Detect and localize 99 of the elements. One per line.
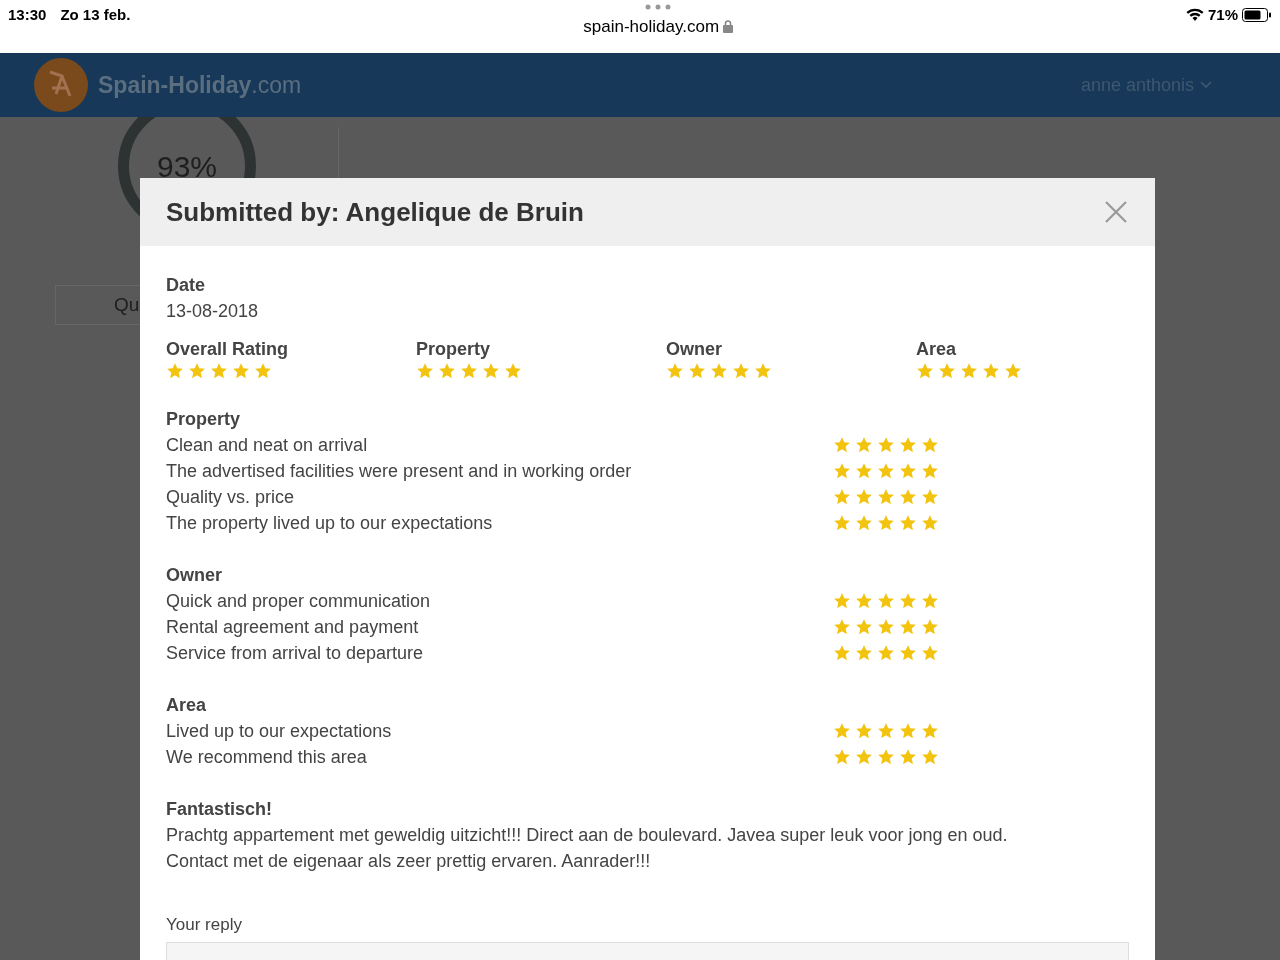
star-icon (254, 362, 272, 380)
star-icon (416, 362, 434, 380)
wifi-icon (1185, 8, 1204, 23)
battery-icon (1242, 8, 1272, 23)
star-icon (921, 748, 939, 766)
star-icon (855, 462, 873, 480)
star-icon (921, 514, 939, 532)
star-icon (688, 362, 706, 380)
star-icon (1004, 362, 1022, 380)
star-icon (877, 748, 895, 766)
star-icon (504, 362, 522, 380)
star-icon (921, 618, 939, 636)
star-icon (899, 514, 917, 532)
star-icon (855, 592, 873, 610)
criterion-label: Quality vs. price (166, 486, 296, 509)
criterion-label: Rental agreement and payment (166, 616, 420, 639)
section-heading: Property (166, 408, 242, 431)
star-icon (899, 618, 917, 636)
rating-label: Overall Rating (166, 338, 290, 361)
star-icon (899, 592, 917, 610)
status-date: Zo 13 feb. (60, 5, 131, 25)
deckchair-logo-icon[interactable] (34, 58, 88, 112)
star-icon (921, 488, 939, 506)
criterion-label: Quick and proper communication (166, 590, 432, 613)
star-icon (833, 462, 851, 480)
rating-label: Area (916, 338, 958, 361)
star-icon (833, 722, 851, 740)
star-icon (833, 748, 851, 766)
star-icon (710, 362, 728, 380)
star-icon (916, 362, 934, 380)
star-icon (210, 362, 228, 380)
close-button[interactable] (1103, 199, 1129, 225)
star-icon (877, 462, 895, 480)
star-icon (855, 514, 873, 532)
review-title: Fantastisch! (166, 798, 274, 821)
star-icon (899, 644, 917, 662)
star-icon (877, 514, 895, 532)
star-icon (188, 362, 206, 380)
star-icon (921, 722, 939, 740)
star-icon (899, 722, 917, 740)
star-icon (899, 462, 917, 480)
star-icon (666, 362, 684, 380)
star-icon (877, 644, 895, 662)
review-text: Prachtg appartement met geweldig uitzicht!!! Direct aan de boulevard. Javea super leuk voor jong en oud. Contact met de eigenaar als zeer prettig ervaren. Aanrader!!! (166, 824, 1009, 873)
star-icon (921, 436, 939, 454)
star-icon (833, 592, 851, 610)
star-icon (833, 618, 851, 636)
star-icon (982, 362, 1000, 380)
reply-label: Your reply (166, 914, 243, 936)
battery-percent: 71% (1207, 5, 1238, 25)
star-icon (833, 644, 851, 662)
section-heading: Owner (166, 564, 223, 587)
criterion-label: The property lived up to our expectations (166, 512, 494, 535)
more-icon[interactable] (644, 4, 673, 10)
star-icon (899, 436, 917, 454)
rating-label: Owner (666, 338, 723, 361)
star-icon (877, 436, 895, 454)
address-url[interactable]: spain-holiday.com (583, 14, 720, 40)
star-icon (732, 362, 750, 380)
star-icon (833, 488, 851, 506)
star-icon (754, 362, 772, 380)
star-icon (855, 436, 873, 454)
star-icon (855, 722, 873, 740)
criterion-label: The advertised facilities were present and in working order (166, 460, 633, 483)
rating-label: Property (416, 338, 492, 361)
score-value: 93% (156, 148, 217, 185)
star-icon (921, 592, 939, 610)
star-icon (855, 748, 873, 766)
dialog-title: Submitted by: Angelique de Bruin (166, 195, 584, 229)
criterion-label: Lived up to our expectations (166, 720, 393, 743)
lock-icon (723, 20, 734, 34)
star-icon (460, 362, 478, 380)
star-icon (899, 748, 917, 766)
star-icon (921, 644, 939, 662)
star-icon (960, 362, 978, 380)
close-icon (1105, 201, 1127, 223)
star-icon (877, 488, 895, 506)
star-icon (938, 362, 956, 380)
chevron-down-icon (1200, 81, 1212, 89)
star-icon (232, 362, 250, 380)
star-icon (877, 592, 895, 610)
criterion-label: Service from arrival to departure (166, 642, 425, 665)
criterion-label: We recommend this area (166, 746, 368, 769)
star-icon (438, 362, 456, 380)
star-icon (877, 618, 895, 636)
star-icon (855, 618, 873, 636)
star-icon (855, 488, 873, 506)
star-icon (877, 722, 895, 740)
star-icon (899, 488, 917, 506)
star-icon (482, 362, 500, 380)
section-heading: Area (166, 694, 208, 717)
criterion-label: Clean and neat on arrival (166, 434, 369, 457)
star-icon (166, 362, 184, 380)
site-logo-text[interactable]: Spain-Holiday.com (98, 67, 302, 103)
star-icon (855, 644, 873, 662)
status-time: 13:30 (8, 5, 47, 25)
star-icon (833, 514, 851, 532)
star-icon (921, 462, 939, 480)
star-icon (833, 436, 851, 454)
